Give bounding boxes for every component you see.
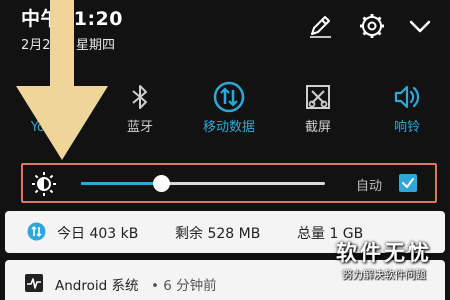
wifi-icon (25, 80, 59, 114)
screenshot-icon (301, 80, 335, 114)
status-time: 中午11:20 (21, 8, 123, 30)
data-today: 今日 403 kB (57, 226, 139, 242)
data-usage-card[interactable]: 今日 403 kB 剩余 528 MB 总量 1 GB (5, 211, 445, 253)
toggle-bluetooth-label: 蓝牙 (126, 120, 153, 135)
toggle-ringer-label: 响铃 (393, 120, 420, 135)
data-total: 总量 1 GB (297, 226, 364, 242)
speaker-icon (390, 80, 424, 114)
auto-brightness-label: 自动 (356, 179, 383, 194)
data-remaining: 剩余 528 MB (175, 226, 261, 242)
quick-settings-toggles: You 蓝牙 移动数据 截屏 响铃 (0, 80, 450, 150)
notification-time: • 6 分钟前 (151, 278, 217, 294)
collapse-button[interactable] (405, 11, 435, 41)
data-usage-icon (27, 222, 46, 241)
brightness-slider-fill (81, 182, 162, 185)
edit-button[interactable] (305, 11, 335, 41)
gear-icon (360, 14, 384, 38)
toggle-wifi[interactable]: You (0, 80, 84, 144)
auto-brightness-checkbox[interactable] (399, 174, 417, 192)
android-system-notification[interactable]: Android 系统 • 6 分钟前 (5, 260, 445, 300)
notification-app-name: Android 系统 (55, 278, 139, 294)
brightness-slider-thumb[interactable] (153, 175, 171, 192)
checkmark-icon (402, 178, 414, 188)
brightness-slider[interactable] (81, 182, 325, 185)
brightness-icon (31, 171, 57, 197)
toggle-screenshot-label: 截屏 (304, 120, 331, 135)
toggle-mobile-data-label: 移动数据 (202, 120, 255, 135)
settings-button[interactable] (357, 11, 387, 41)
toggle-bluetooth[interactable]: 蓝牙 (98, 80, 182, 144)
toggle-wifi-label: You (30, 120, 54, 135)
bluetooth-icon (123, 80, 157, 114)
mobile-data-icon (212, 80, 246, 114)
brightness-row: 自动 (21, 163, 437, 203)
system-activity-icon (25, 274, 43, 292)
status-date: 2月21日 星期四 (21, 38, 115, 53)
toggle-mobile-data[interactable]: 移动数据 (187, 80, 271, 144)
pencil-icon (310, 16, 331, 38)
toggle-ringer[interactable]: 响铃 (365, 80, 449, 144)
chevron-down-icon (409, 20, 431, 33)
toggle-screenshot[interactable]: 截屏 (276, 80, 360, 144)
